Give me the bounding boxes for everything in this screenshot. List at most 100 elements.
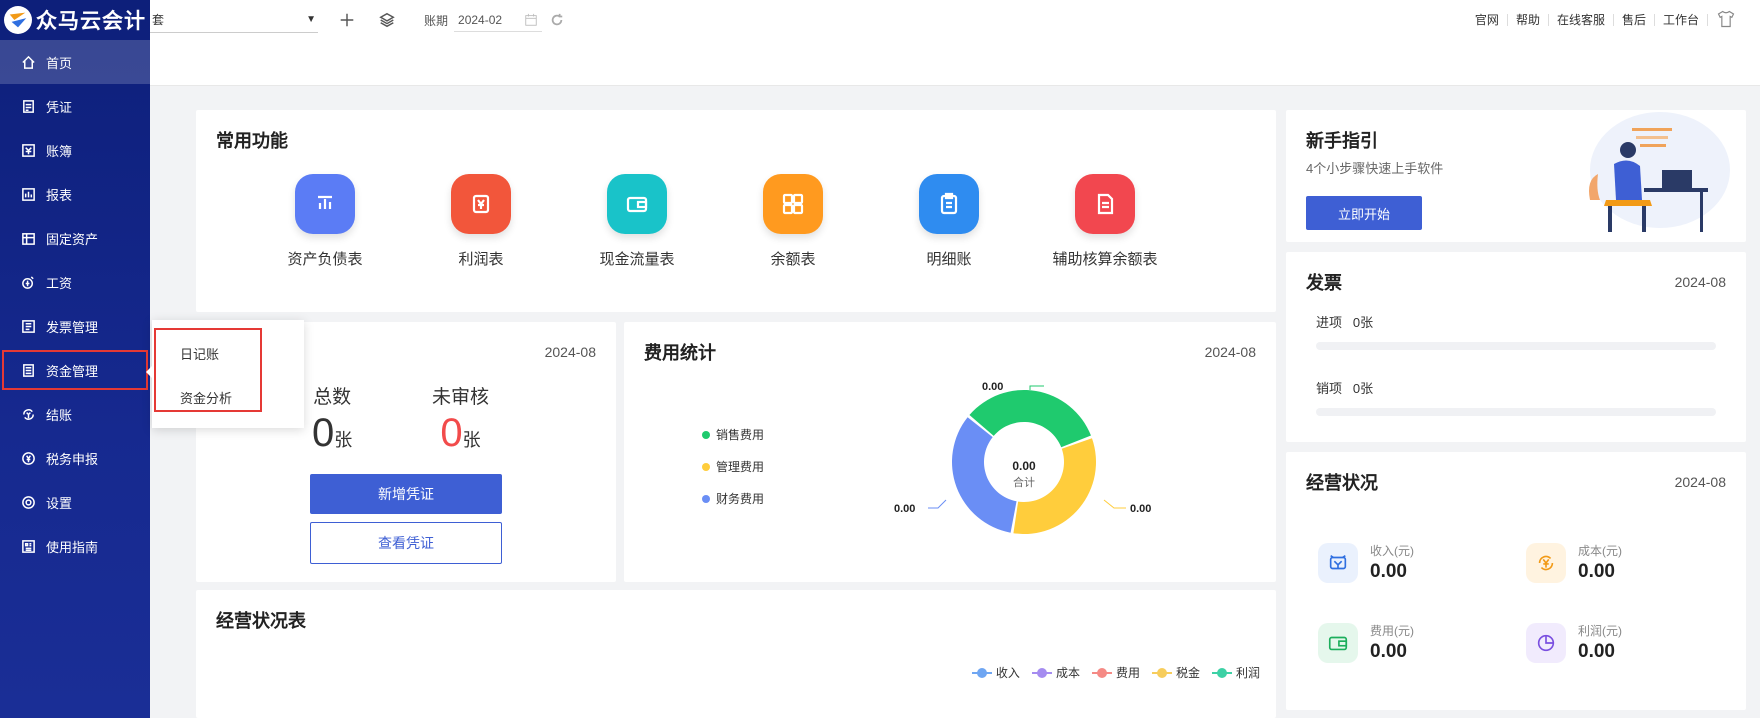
legend-finance-expense[interactable]: 财务费用 (702, 490, 764, 507)
biz-cost-label: 成本(元) (1578, 544, 1622, 558)
submenu-fund-analysis[interactable]: 资金分析 (180, 388, 232, 407)
brand-name: 众马云会计 (36, 10, 146, 33)
donut-slice-finance[interactable] (952, 417, 1017, 533)
biz-expense-label: 费用(元) (1370, 624, 1414, 638)
sidebar-item-label: 首页 (46, 55, 73, 71)
func-label: 资产负债表 (287, 251, 363, 268)
biz-income: 收入(元) 0.00 (1318, 542, 1414, 583)
ops-legend-item[interactable]: 费用 (1091, 664, 1140, 681)
operations-chart-title: 经营状况表 (216, 611, 306, 631)
invoice-card: 发票 2024-08 进项 0张 销项 0张 (1286, 252, 1746, 442)
sidebar-item-report[interactable]: 报表 (0, 172, 150, 216)
sidebar-item-gear[interactable]: 设置 (0, 480, 150, 524)
voucher-total-unit: 张 (334, 430, 353, 450)
voucher-unaudited: 未审核 0张 (432, 382, 489, 457)
invoice-title: 发票 (1306, 273, 1342, 293)
new-voucher-button[interactable]: 新增凭证 (310, 474, 502, 514)
ops-legend-item[interactable]: 成本 (1031, 664, 1080, 681)
account-select-value: 套 (152, 13, 165, 27)
biz-income-value: 0.00 (1370, 561, 1407, 582)
add-icon[interactable] (332, 11, 362, 29)
func-aux-balance[interactable]: 辅助核算余额表 (1030, 174, 1180, 269)
guide-subtitle: 4个小步骤快速上手软件 (1306, 161, 1444, 176)
sidebar-item-label: 税务申报 (46, 451, 99, 467)
invoice-input-bar (1316, 342, 1716, 350)
voucher-icon (20, 98, 36, 114)
logo-icon (4, 6, 32, 34)
biz-cost: 成本(元) 0.00 (1526, 542, 1622, 583)
link-help[interactable]: 帮助 (1508, 14, 1549, 26)
ops-legend-label: 收入 (995, 666, 1020, 680)
ops-legend-item[interactable]: 利润 (1211, 664, 1260, 681)
ops-legend-item[interactable]: 收入 (971, 664, 1020, 681)
business-status-date: 2024-08 (1674, 474, 1726, 490)
period-input[interactable]: 2024-02 (454, 8, 543, 32)
link-workbench[interactable]: 工作台 (1655, 14, 1708, 26)
link-after-sales[interactable]: 售后 (1614, 14, 1655, 26)
sidebar-item-voucher[interactable]: 凭证 (0, 84, 150, 128)
refresh-icon[interactable] (542, 13, 572, 27)
func-income-statement[interactable]: 利润表 (406, 174, 556, 269)
sidebar-item-checkout[interactable]: 结账 (0, 392, 150, 436)
donut-slice-label-finance: 0.00 (894, 503, 915, 515)
sidebar-item-label: 凭证 (46, 99, 73, 115)
legend-sales-expense[interactable]: 销售费用 (702, 426, 764, 443)
salary-icon (20, 274, 36, 290)
invoice-input-label: 进项 (1316, 315, 1343, 330)
invoice-icon (20, 318, 36, 334)
func-label: 明细账 (926, 251, 972, 268)
legend-marker (1151, 667, 1172, 678)
sidebar-item-tax[interactable]: 税务申报 (0, 436, 150, 480)
aux-balance-icon (1075, 174, 1135, 234)
ops-legend-label: 成本 (1055, 666, 1080, 680)
ops-legend-item[interactable]: 税金 (1151, 664, 1200, 681)
sidebar-item-guide[interactable]: 使用指南 (0, 524, 150, 568)
sidebar-item-label: 资金管理 (46, 363, 99, 379)
func-label: 余额表 (770, 251, 816, 268)
sidebar-item-label: 发票管理 (46, 319, 99, 335)
home-icon (20, 54, 36, 70)
func-cash-flow[interactable]: 现金流量表 (562, 174, 712, 269)
sidebar-item-fund[interactable]: 资金管理 (0, 348, 150, 392)
legend-label: 财务费用 (716, 492, 765, 506)
skin-icon[interactable] (1716, 9, 1736, 32)
layers-icon[interactable] (372, 11, 402, 29)
brand[interactable]: 众马云会计 (0, 0, 150, 40)
legend-label: 销售费用 (716, 428, 765, 442)
sidebar-item-invoice[interactable]: 发票管理 (0, 304, 150, 348)
sidebar-item-label: 设置 (46, 495, 73, 511)
link-online-service[interactable]: 在线客服 (1549, 14, 1614, 26)
invoice-input-value: 0张 (1352, 315, 1374, 330)
voucher-date: 2024-08 (544, 344, 596, 360)
expense-stats-date: 2024-08 (1204, 344, 1256, 360)
ops-legend-label: 利润 (1235, 666, 1260, 680)
sidebar-item-salary[interactable]: 工资 (0, 260, 150, 304)
legend-admin-expense[interactable]: 管理费用 (702, 458, 764, 475)
sidebar-item-ledger[interactable]: 账簿 (0, 128, 150, 172)
report-icon (20, 186, 36, 202)
func-balance-table[interactable]: 余额表 (718, 174, 868, 269)
func-balance-sheet[interactable]: 资产负债表 (250, 174, 400, 269)
voucher-unaudited-label: 未审核 (432, 387, 490, 408)
income-icon (1318, 542, 1358, 583)
guide-card: 新手指引 4个小步骤快速上手软件 立即开始 (1286, 110, 1746, 242)
guide-title: 新手指引 (1306, 131, 1378, 151)
donut-slice-label-admin: 0.00 (1130, 503, 1151, 515)
sidebar-item-fixed-asset[interactable]: 固定资产 (0, 216, 150, 260)
legend-dot (702, 462, 710, 471)
income-statement-icon (451, 174, 511, 234)
invoice-output-label: 销项 (1316, 381, 1343, 396)
ops-legend-label: 税金 (1175, 666, 1200, 680)
func-detail-ledger[interactable]: 明细账 (874, 174, 1024, 269)
invoice-date: 2024-08 (1674, 274, 1726, 290)
account-select[interactable]: 套 ▼ (150, 7, 318, 33)
sidebar-item-home[interactable]: 首页 (0, 40, 150, 84)
start-now-button[interactable]: 立即开始 (1306, 196, 1422, 230)
voucher-total-label: 总数 (313, 387, 352, 408)
sidebar: 众马云会计 首页凭证账簿 报表 固定资产 工资发票管理资金管理结账税务申报设置使用指南 (0, 0, 150, 718)
submenu-journal[interactable]: 日记账 (180, 344, 219, 363)
view-voucher-button[interactable]: 查看凭证 (310, 522, 502, 564)
link-official-site[interactable]: 官网 (1467, 14, 1508, 26)
invoice-input-row: 进项 0张 (1316, 312, 1373, 331)
expense-stats-title: 费用统计 (644, 343, 716, 363)
